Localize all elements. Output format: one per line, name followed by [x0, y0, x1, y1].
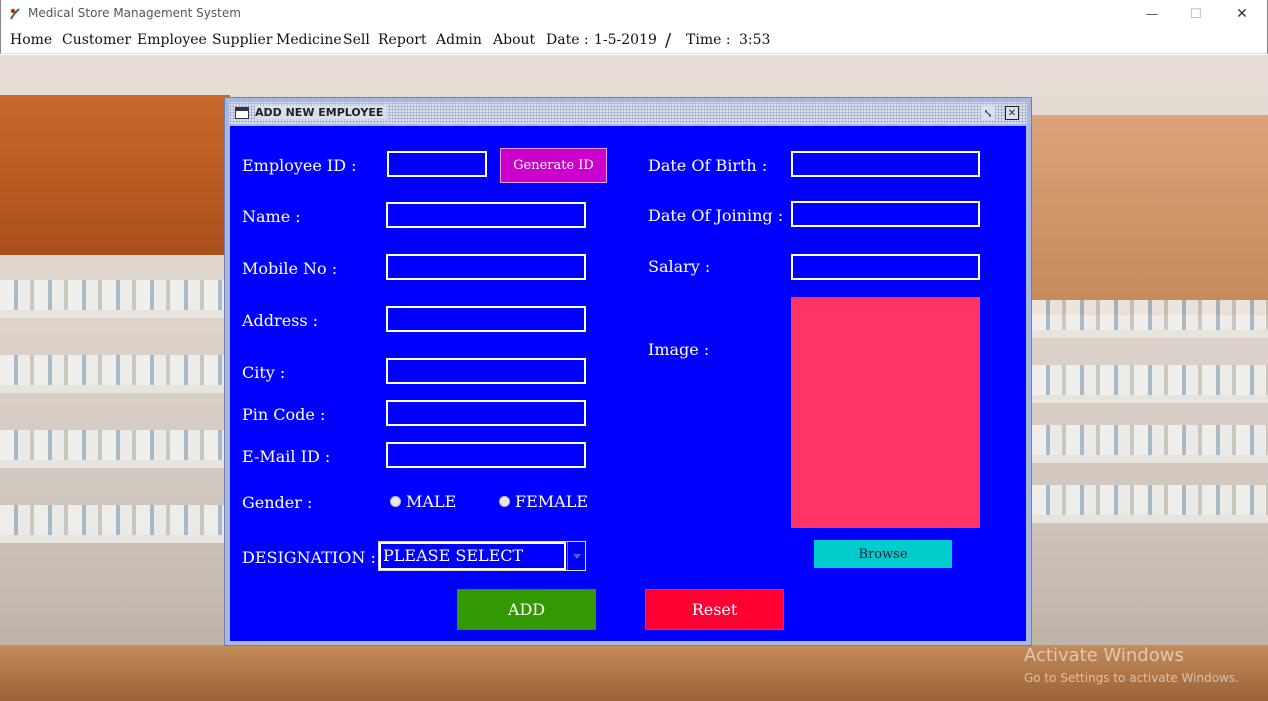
- menu-about[interactable]: About: [493, 32, 535, 48]
- address-label: Address :: [242, 311, 319, 330]
- email-field[interactable]: [386, 442, 586, 468]
- menu-customer[interactable]: Customer: [62, 32, 131, 48]
- address-field[interactable]: [386, 306, 586, 332]
- designation-select[interactable]: PLEASE SELECT: [378, 541, 586, 571]
- add-label: ADD: [507, 600, 546, 619]
- designation-selected-value: PLEASE SELECT: [379, 542, 566, 570]
- browse-label: Browse: [858, 546, 908, 562]
- date-label: Date :: [546, 32, 589, 48]
- menu-sell[interactable]: Sell: [343, 32, 370, 48]
- add-employee-title: ADD NEW EMPLOYEE: [255, 106, 388, 119]
- radio-icon: [499, 496, 510, 507]
- restore-button[interactable]: ⤡: [981, 106, 995, 120]
- radio-icon: [390, 496, 401, 507]
- maximize-icon: ☐: [1190, 6, 1202, 22]
- menu-employee[interactable]: Employee: [137, 32, 207, 48]
- gender-male-label: MALE: [406, 492, 457, 511]
- gender-label: Gender :: [242, 493, 313, 512]
- salary-field[interactable]: [791, 254, 980, 280]
- add-employee-title-bar[interactable]: ADD NEW EMPLOYEE ⤡ ✕: [229, 102, 1027, 124]
- background-bottles: [1032, 485, 1268, 515]
- menu-admin[interactable]: Admin: [436, 32, 482, 48]
- generate-id-button[interactable]: Generate ID: [500, 148, 607, 183]
- window-title-bar: Medical Store Management System — ☐ ✕: [0, 0, 1268, 28]
- background-bottles: [1032, 425, 1268, 455]
- background-bottles: [1032, 365, 1268, 395]
- email-label: E-Mail ID :: [242, 447, 331, 466]
- gender-female-label: FEMALE: [515, 492, 589, 511]
- background-wall-right: [1030, 115, 1268, 315]
- background-bottles: [0, 430, 225, 460]
- name-field[interactable]: [386, 202, 586, 228]
- background-shelf: [0, 460, 225, 468]
- activation-watermark-subtitle: Go to Settings to activate Windows.: [1024, 671, 1239, 685]
- app-icon: [10, 8, 20, 20]
- time-label: Time :: [686, 32, 731, 48]
- menu-medicine[interactable]: Medicine: [276, 32, 342, 48]
- chevron-down-icon: [572, 553, 581, 559]
- reset-label: Reset: [691, 600, 738, 619]
- name-label: Name :: [242, 207, 301, 226]
- add-button[interactable]: ADD: [457, 589, 596, 630]
- city-field[interactable]: [386, 358, 586, 384]
- background-bottles: [0, 505, 225, 535]
- background-shelf: [0, 310, 225, 318]
- background-shelf: [0, 385, 225, 393]
- mobile-label: Mobile No :: [242, 259, 338, 278]
- city-label: City :: [242, 363, 286, 382]
- dropdown-arrow[interactable]: [567, 542, 585, 570]
- restore-icon: ⤡: [983, 106, 993, 120]
- doj-field[interactable]: [791, 201, 980, 227]
- menu-home[interactable]: Home: [10, 32, 52, 48]
- reset-button[interactable]: Reset: [645, 589, 784, 630]
- doj-label: Date Of Joining :: [648, 206, 784, 225]
- browse-button[interactable]: Browse: [814, 540, 952, 568]
- employee-image-preview: [791, 297, 980, 528]
- menu-supplier[interactable]: Supplier: [212, 32, 272, 48]
- pin-code-field[interactable]: [386, 400, 586, 426]
- time-value: 3:53: [739, 32, 771, 48]
- gender-female-radio[interactable]: FEMALE: [499, 492, 588, 511]
- employee-form: Employee ID : Generate ID Name : Mobile …: [230, 126, 1026, 641]
- employee-id-label: Employee ID :: [242, 156, 357, 175]
- background-bottles: [0, 355, 225, 385]
- dob-field[interactable]: [791, 151, 980, 177]
- activation-watermark-title: Activate Windows: [1024, 645, 1184, 666]
- pin-code-label: Pin Code :: [242, 405, 326, 424]
- date-value: 1-5-2019: [594, 32, 657, 48]
- add-employee-window: ADD NEW EMPLOYEE ⤡ ✕ Employee ID : Gener…: [224, 97, 1032, 646]
- close-button[interactable]: ✕: [1219, 3, 1265, 25]
- window-icon: [235, 107, 249, 119]
- designation-label: DESIGNATION :: [242, 548, 376, 567]
- background-bottles: [0, 280, 225, 310]
- background-shelf: [0, 535, 225, 543]
- background-wall-left: [0, 95, 230, 255]
- background-shelf: [1032, 455, 1268, 463]
- minimize-button[interactable]: —: [1129, 3, 1175, 25]
- image-label: Image :: [648, 340, 710, 359]
- close-frame-button[interactable]: ✕: [1005, 106, 1019, 120]
- mobile-field[interactable]: [386, 254, 586, 280]
- menu-report[interactable]: Report: [378, 32, 427, 48]
- gender-male-radio[interactable]: MALE: [390, 492, 456, 511]
- background-bottles: [1032, 300, 1268, 330]
- generate-id-label: Generate ID: [513, 158, 594, 173]
- salary-label: Salary :: [648, 257, 711, 276]
- employee-id-field[interactable]: [387, 151, 487, 177]
- close-icon: ✕: [1236, 6, 1248, 22]
- background-shelf: [1032, 330, 1268, 338]
- date-time-separator: /: [665, 30, 672, 51]
- minimize-icon: —: [1146, 7, 1158, 21]
- dob-label: Date Of Birth :: [648, 156, 768, 175]
- menu-bar: Home Customer Employee Supplier Medicine…: [0, 28, 1268, 54]
- window-title: Medical Store Management System: [28, 6, 241, 20]
- background-shelf: [1032, 395, 1268, 403]
- close-icon: ✕: [1007, 107, 1017, 119]
- maximize-button[interactable]: ☐: [1173, 3, 1219, 25]
- background-shelf: [1032, 515, 1268, 523]
